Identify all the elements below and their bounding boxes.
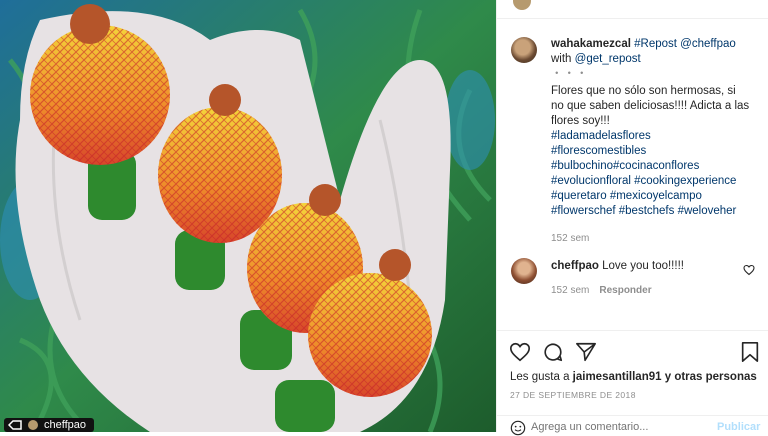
caption-timestamp[interactable]: 152 sem: [551, 231, 751, 246]
repost-hashtag[interactable]: #Repost: [634, 38, 677, 50]
likes-prefix: Les gusta a: [510, 371, 570, 383]
post-date: 27 DE SEPTIEMBRE DE 2018: [510, 390, 636, 400]
tag-icon: [8, 420, 22, 430]
with-text: with: [551, 53, 572, 65]
caption-dots: ・・・: [551, 68, 589, 80]
commenter-username[interactable]: cheffpao: [551, 260, 599, 272]
likes-summary: Les gusta a jaimesantillan91 y otras per…: [510, 371, 757, 383]
author-username[interactable]: wahakamezcal: [551, 38, 631, 50]
author-avatar[interactable]: [511, 37, 537, 63]
caption-body: wahakamezcal #Repost @cheffpao with @get…: [551, 37, 751, 246]
comment-meta: 152 sem Responder: [551, 285, 652, 296]
hashtag-line[interactable]: #flowerschef #bestchefs #weloveher: [551, 204, 751, 219]
post-header-strip: [497, 0, 768, 19]
repost-user-link[interactable]: @cheffpao: [680, 38, 736, 50]
post-actions-bar: Les gusta a jaimesantillan91 y otras per…: [497, 330, 768, 436]
publish-button[interactable]: Publicar: [717, 421, 760, 433]
bookmark-icon[interactable]: [739, 341, 761, 363]
flowers-in-hand-image: [0, 0, 496, 432]
comment-input[interactable]: [531, 421, 681, 433]
heart-icon[interactable]: [509, 341, 531, 363]
photo-tag-avatar: [28, 420, 38, 430]
likes-user-link[interactable]: jaimesantillan91: [573, 371, 662, 383]
smiley-icon[interactable]: [510, 420, 526, 436]
comment: cheffpao Love you too!!!!!: [551, 260, 711, 272]
add-comment-bar: Publicar: [497, 415, 768, 436]
photo-tag-chip[interactable]: cheffpao: [4, 418, 95, 432]
comment-text: Love you too!!!!!: [602, 260, 684, 272]
hashtag-line[interactable]: #queretaro #mexicoyelcampo: [551, 189, 751, 204]
commenter-avatar[interactable]: [511, 258, 537, 284]
post-side-panel: wahakamezcal #Repost @cheffpao with @get…: [496, 0, 768, 436]
comment-icon[interactable]: [542, 341, 564, 363]
comment-timestamp[interactable]: 152 sem: [551, 285, 589, 296]
header-avatar[interactable]: [513, 0, 531, 10]
hashtag-line[interactable]: #florescomestibles: [551, 144, 751, 159]
reply-button[interactable]: Responder: [599, 285, 651, 296]
paper-plane-icon[interactable]: [575, 341, 597, 363]
hashtag-line[interactable]: #bulbochino#cocinaconflores: [551, 159, 751, 174]
photo-tag-label: cheffpao: [44, 419, 87, 431]
hashtag-line[interactable]: #evolucionfloral #cookingexperience: [551, 174, 751, 189]
get-repost-link[interactable]: @get_repost: [575, 53, 641, 65]
caption-text: Flores que no sólo son hermosas, si no q…: [551, 85, 750, 127]
likes-others-link[interactable]: y otras personas: [665, 371, 757, 383]
post-photo[interactable]: cheffpao: [0, 0, 496, 432]
hashtag-line[interactable]: #ladamadelasflores: [551, 129, 751, 144]
comment-like-heart-icon[interactable]: [743, 264, 755, 276]
